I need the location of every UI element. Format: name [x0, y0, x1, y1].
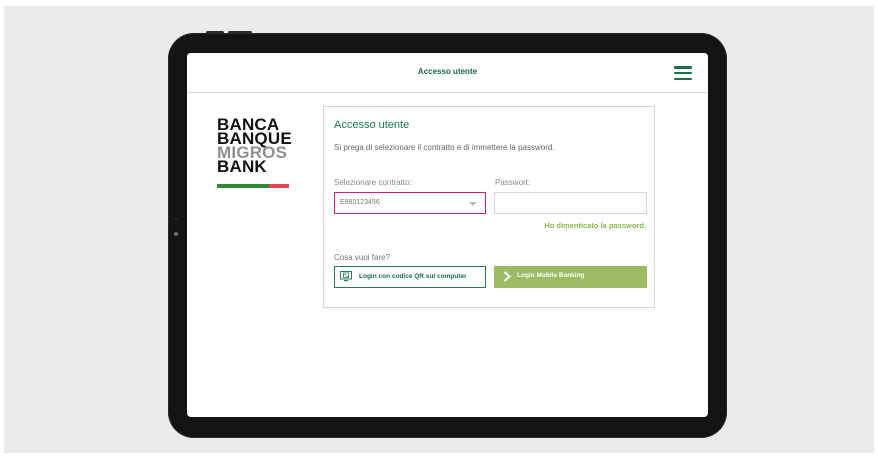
login-panel: Accesso utente Si prega di selezionare i…: [323, 106, 655, 308]
mobile-banking-button[interactable]: Login Mobile Banking: [494, 266, 647, 288]
password-label: Passwort:: [495, 178, 531, 187]
tablet-camera: [174, 232, 178, 236]
qr-login-button[interactable]: Login con codice QR sul computer: [334, 266, 486, 288]
password-input[interactable]: [494, 192, 647, 214]
hamburger-menu-icon[interactable]: [674, 66, 692, 81]
logo-line: BANK: [217, 157, 267, 176]
contract-value: E880123456: [340, 199, 380, 206]
computer-qr-icon: [340, 271, 352, 282]
forgot-password-link[interactable]: Ho dimenticato la password.: [544, 221, 646, 230]
tablet-screen: Accesso utente BANCA BANQUE MIGROS BANK …: [187, 53, 708, 417]
tablet-sensor: [175, 218, 177, 220]
qr-login-label: Login con codice QR sul computer: [359, 273, 467, 280]
page-title: Accesso utente: [417, 67, 478, 76]
app-header: Accesso utente: [187, 53, 708, 93]
bank-logo: BANCA BANQUE MIGROS BANK: [217, 116, 293, 188]
mobile-banking-label: Login Mobile Banking: [517, 272, 585, 279]
contract-select[interactable]: E880123456: [334, 192, 486, 214]
contract-label: Selezionare contratto:: [334, 178, 412, 187]
login-title: Accesso utente: [334, 119, 410, 131]
chevron-right-icon: [503, 271, 511, 282]
action-prompt: Cosa vuoi fare?: [334, 253, 391, 262]
chevron-down-icon: [469, 202, 477, 206]
login-description: Si prega di selezionare il contratto e d…: [334, 143, 555, 152]
